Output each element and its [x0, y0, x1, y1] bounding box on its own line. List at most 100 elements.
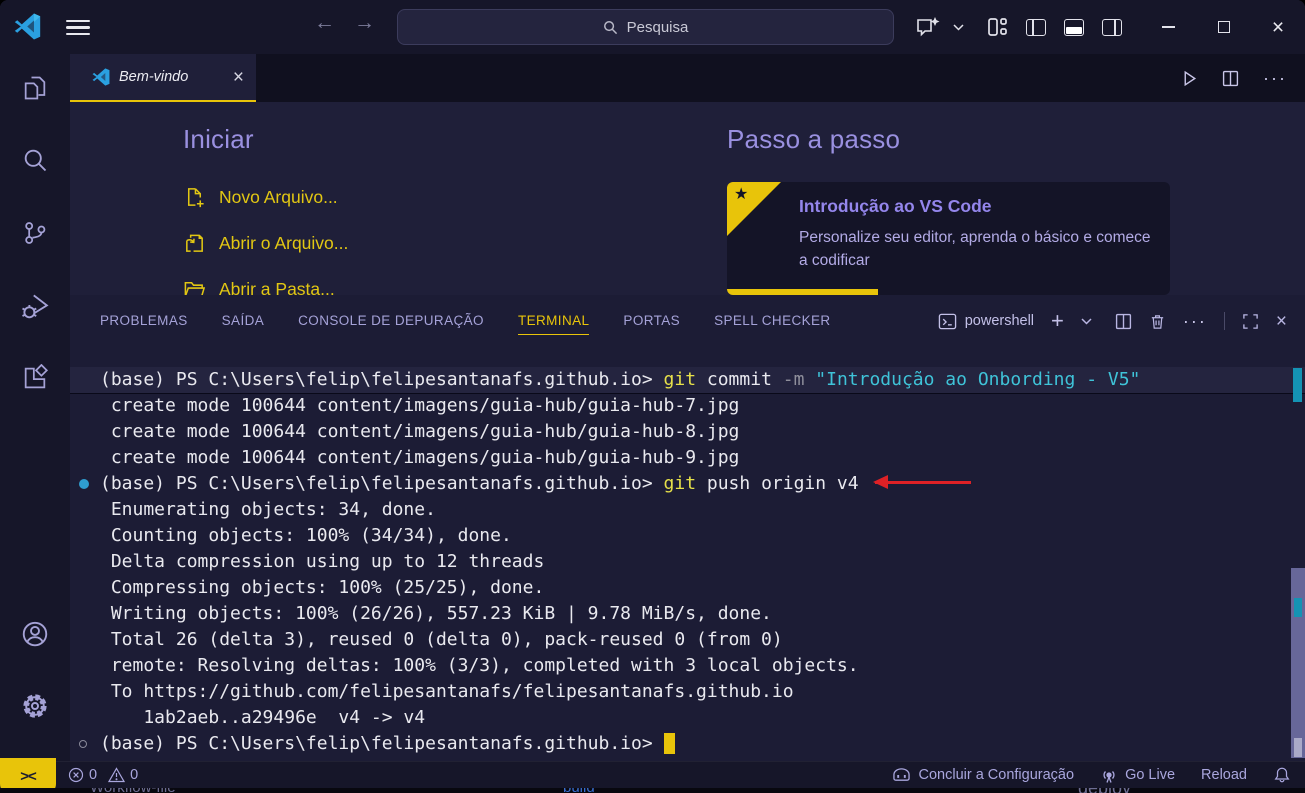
new-file-link[interactable]: Novo Arquivo... — [183, 174, 348, 220]
terminal-line: Delta compression using up to 12 threads — [70, 549, 1305, 575]
finish-setup-item[interactable]: Concluir a Configuração — [891, 767, 1075, 784]
open-file-label: Abrir o Arquivo... — [219, 233, 348, 254]
start-links: Novo Arquivo... Abrir o Arquivo... Abrir… — [183, 174, 348, 295]
panel-tab-spell-checker[interactable]: SPELL CHECKER — [714, 307, 831, 335]
close-panel-icon[interactable]: × — [1276, 312, 1287, 331]
panel-tab-saída[interactable]: SAÍDA — [222, 307, 265, 335]
split-terminal-icon[interactable] — [1115, 313, 1132, 330]
shell-label: powershell — [965, 313, 1034, 329]
open-file-icon — [183, 232, 206, 255]
vscode-file-icon — [92, 68, 110, 86]
panel-tab-portas[interactable]: PORTAS — [623, 307, 680, 335]
terminal-line: 1ab2aeb..a29496e v4 -> v4 — [70, 705, 1305, 731]
shell-selector[interactable]: powershell — [938, 312, 1034, 331]
more-actions-icon[interactable]: ··· — [1263, 68, 1287, 89]
divider — [1224, 312, 1225, 330]
bell-icon[interactable] — [1273, 766, 1291, 784]
run-file-icon[interactable] — [1181, 70, 1198, 87]
extensions-icon[interactable] — [21, 364, 49, 392]
terminal-cursor — [664, 733, 675, 754]
terminal-line: Enumerating objects: 34, done. — [70, 497, 1305, 523]
start-section-title: Iniciar — [183, 124, 254, 155]
kill-terminal-trash-icon[interactable] — [1149, 313, 1166, 330]
bottom-panel: PROBLEMAS SAÍDA CONSOLE DE DEPURAÇÃO TERMIN… — [70, 295, 1305, 761]
peek-text-right: deploy — [1078, 788, 1131, 793]
command-center-search[interactable]: Pesquisa — [397, 9, 894, 45]
problems-status[interactable]: 0 0 — [68, 767, 138, 783]
maximize-panel-icon[interactable] — [1242, 313, 1259, 330]
toggle-primary-sidebar-icon[interactable] — [1021, 12, 1051, 42]
peek-text-mid: build — [563, 788, 595, 793]
tab-bem-vindo[interactable]: Bem-vindo × — [70, 54, 256, 102]
terminal-line: Compressing objects: 100% (25/25), done. — [70, 575, 1305, 601]
terminal-line: create mode 100644 content/imagens/guia-… — [70, 393, 1305, 419]
terminal-line: To https://github.com/felipesantanafs/fe… — [70, 679, 1305, 705]
annotation-arrow — [875, 481, 971, 484]
panel-more-actions-icon[interactable]: ··· — [1183, 311, 1207, 332]
panel-header: PROBLEMAS SAÍDA CONSOLE DE DEPURAÇÃO TERMIN… — [70, 295, 1305, 347]
scrollbar-marker — [1294, 598, 1302, 617]
launch-profile-chevron-icon[interactable] — [1081, 318, 1092, 325]
source-control-icon[interactable] — [21, 219, 49, 247]
search-icon — [603, 20, 618, 35]
split-editor-icon[interactable] — [1222, 70, 1239, 87]
chevron-down-icon[interactable] — [947, 12, 969, 42]
terminal-body[interactable]: (base) PS C:\Users\felip\felipesantanafs… — [70, 347, 1305, 761]
reload-item[interactable]: Reload — [1201, 767, 1247, 783]
error-count: 0 — [89, 767, 97, 783]
search-sidebar-icon[interactable] — [21, 146, 49, 174]
panel-tab-terminal[interactable]: TERMINAL — [518, 307, 589, 335]
open-folder-icon — [183, 278, 206, 296]
walkthrough-card-title: Introdução ao VS Code — [799, 196, 992, 217]
walkthrough-section-title: Passo a passo — [727, 124, 900, 155]
vscode-logo-icon — [14, 13, 41, 40]
errors-icon — [68, 767, 84, 783]
back-arrow-icon[interactable]: ← — [314, 11, 335, 35]
terminal-line: create mode 100644 content/imagens/guia-… — [70, 445, 1305, 471]
tab-label: Bem-vindo — [119, 69, 224, 85]
menu-icon[interactable] — [66, 20, 90, 35]
copilot-icon[interactable] — [909, 12, 947, 42]
open-folder-link[interactable]: Abrir a Pasta... — [183, 266, 348, 295]
vscode-window: ← → Pesquisa — [0, 0, 1305, 793]
settings-gear-icon[interactable] — [20, 691, 50, 721]
activity-bar — [0, 54, 70, 761]
terminal-scrollbar[interactable] — [1291, 568, 1305, 758]
panel-tabs: PROBLEMAS SAÍDA CONSOLE DE DEPURAÇÃO TERMIN… — [100, 307, 831, 335]
scrollbar-marker-light — [1294, 738, 1302, 757]
terminal-line: Total 26 (delta 3), reused 0 (delta 0), … — [70, 627, 1305, 653]
account-icon[interactable] — [20, 619, 50, 649]
remote-icon: >< — [20, 768, 36, 785]
panel-tab-console-de-depuração[interactable]: CONSOLE DE DEPURAÇÃO — [298, 307, 484, 335]
command-decoration-filled — [79, 479, 89, 489]
panel-tab-problemas[interactable]: PROBLEMAS — [100, 307, 188, 335]
run-debug-icon[interactable] — [20, 291, 50, 321]
toggle-secondary-sidebar-icon[interactable] — [1097, 12, 1127, 42]
reload-label: Reload — [1201, 767, 1247, 783]
new-file-icon — [183, 186, 206, 209]
background-window-peek: Workflow-file build deploy — [0, 788, 1305, 793]
copilot-status-icon — [891, 767, 912, 784]
scrollbar-command-marker — [1293, 368, 1302, 402]
status-bar: >< 0 0 Concluir a Configuração — [0, 761, 1305, 788]
warnings-icon — [108, 767, 125, 783]
customize-layout-icon[interactable] — [983, 12, 1013, 42]
new-terminal-icon[interactable]: + — [1051, 310, 1064, 332]
broadcast-icon — [1100, 767, 1118, 784]
star-icon: ★ — [734, 184, 748, 204]
open-file-link[interactable]: Abrir o Arquivo... — [183, 220, 348, 266]
maximize-button[interactable] — [1209, 12, 1239, 42]
editor-tab-bar: Bem-vindo × ··· — [70, 54, 1305, 102]
close-window-button[interactable]: × — [1263, 12, 1293, 42]
toggle-panel-icon[interactable] — [1059, 12, 1089, 42]
walkthrough-card[interactable]: ★ Introdução ao VS Code Personalize seu … — [727, 182, 1170, 295]
walkthrough-card-description: Personalize seu editor, aprenda o básico… — [799, 226, 1155, 273]
finish-setup-label: Concluir a Configuração — [919, 767, 1075, 783]
close-tab-icon[interactable]: × — [233, 68, 244, 87]
explorer-icon[interactable] — [21, 74, 49, 102]
go-live-item[interactable]: Go Live — [1100, 767, 1175, 784]
forward-arrow-icon[interactable]: → — [354, 11, 375, 35]
terminal-icon — [938, 312, 957, 331]
go-live-label: Go Live — [1125, 767, 1175, 783]
minimize-button[interactable] — [1153, 12, 1183, 42]
